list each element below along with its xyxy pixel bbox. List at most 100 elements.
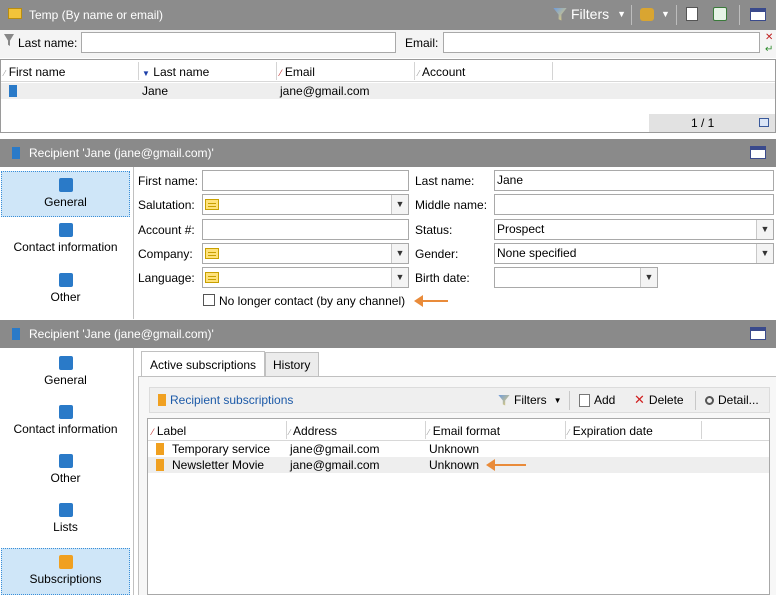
company-select[interactable]: ▼ bbox=[202, 243, 409, 264]
list-icon bbox=[205, 272, 219, 284]
last-name-input[interactable]: Jane bbox=[494, 170, 774, 191]
chevron-down-icon[interactable]: ▼ bbox=[391, 244, 408, 263]
refresh-icon[interactable] bbox=[713, 7, 727, 21]
clear-icon[interactable]: ✕ bbox=[765, 32, 773, 43]
language-select[interactable]: ▼ bbox=[202, 267, 409, 288]
temp-header: Temp (By name or email) Filters ▼ ▼ bbox=[0, 0, 776, 30]
table-row[interactable]: Jane jane@gmail.com bbox=[1, 83, 775, 99]
subscriptions-toolbar: Recipient subscriptions Filters ▼ Add ✕ … bbox=[149, 387, 770, 413]
filters-button[interactable]: Filters ▼ bbox=[553, 6, 626, 22]
maximize-icon[interactable] bbox=[750, 327, 766, 340]
recipient-title: Recipient 'Jane (jane@gmail.com)' bbox=[29, 146, 214, 160]
first-name-label: First name: bbox=[138, 174, 199, 188]
new-icon[interactable] bbox=[686, 7, 698, 21]
gender-select[interactable]: None specified ▼ bbox=[494, 243, 774, 264]
salutation-select[interactable]: ▼ bbox=[202, 194, 409, 215]
col-email-format[interactable]: ⁄ Email format bbox=[428, 424, 500, 438]
detail-button[interactable]: Detail... bbox=[705, 393, 759, 407]
col-first-name[interactable]: ⁄ First name bbox=[4, 65, 65, 79]
maximize-icon[interactable] bbox=[750, 146, 766, 159]
sidebar-item-other[interactable]: Other bbox=[1, 273, 130, 313]
recipient-title-2: Recipient 'Jane (jane@gmail.com)' bbox=[29, 327, 214, 341]
toolbar-separator bbox=[676, 5, 677, 25]
row-email: jane@gmail.com bbox=[280, 84, 370, 98]
col-label[interactable]: ⁄ Label bbox=[152, 424, 186, 438]
chevron-down-icon[interactable]: ▼ bbox=[391, 195, 408, 214]
toolbar-separator bbox=[739, 5, 740, 25]
tab-history[interactable]: History bbox=[265, 352, 319, 376]
apply-icon[interactable]: ↵ bbox=[765, 44, 773, 55]
actions-icon[interactable] bbox=[640, 8, 654, 21]
sidebar-item-general[interactable]: General bbox=[1, 171, 130, 217]
sidebar-item-lists[interactable]: Lists bbox=[1, 503, 130, 543]
table-row[interactable]: Temporary service jane@gmail.com Unknown bbox=[148, 441, 769, 457]
col-last-name[interactable]: ▼ Last name bbox=[142, 65, 209, 79]
language-label: Language: bbox=[138, 271, 195, 285]
chevron-down-icon[interactable]: ▼ bbox=[756, 244, 773, 263]
chevron-down-icon[interactable]: ▼ bbox=[661, 9, 670, 19]
recipient-header: Recipient 'Jane (jane@gmail.com)' bbox=[0, 139, 776, 167]
add-icon bbox=[579, 393, 590, 407]
col-sep bbox=[138, 62, 139, 80]
chevron-down-icon[interactable]: ▼ bbox=[391, 268, 408, 287]
sidebar-item-subscriptions[interactable]: Subscriptions bbox=[1, 548, 130, 595]
temp-list: ⁄ First name ▼ Last name ⁄ Email ⁄ Accou… bbox=[0, 59, 776, 133]
col-sep bbox=[552, 62, 553, 80]
sidebar-item-contact-information[interactable]: Contact information bbox=[1, 405, 130, 445]
chevron-down-icon: ▼ bbox=[617, 9, 627, 19]
maximize-icon[interactable] bbox=[750, 8, 766, 21]
filter-funnel-icon bbox=[553, 7, 567, 21]
birth-date-picker[interactable]: ▼ bbox=[494, 267, 658, 288]
email-label: Email: bbox=[405, 36, 439, 50]
no-contact-checkbox[interactable] bbox=[203, 294, 215, 306]
sidebar-item-contact-information[interactable]: Contact information bbox=[1, 223, 130, 263]
delete-button[interactable]: ✕ Delete bbox=[634, 393, 684, 407]
add-button[interactable]: Add bbox=[579, 393, 615, 407]
recipient-subscriptions-title: Recipient subscriptions bbox=[170, 393, 294, 407]
filters-button[interactable]: Filters ▼ bbox=[498, 393, 562, 407]
tab-active-subscriptions[interactable]: Active subscriptions bbox=[141, 351, 265, 377]
account-label: Account #: bbox=[138, 223, 195, 237]
first-name-input[interactable] bbox=[202, 170, 409, 191]
cube-icon bbox=[58, 454, 73, 468]
col-expiration-date[interactable]: ⁄ Expiration date bbox=[568, 424, 653, 438]
last-name-search-input[interactable] bbox=[81, 32, 396, 53]
recipient-sidebar-2: General Contact information Other Lists … bbox=[0, 348, 131, 595]
col-address[interactable]: ⁄ Address bbox=[289, 424, 337, 438]
annotation-arrow bbox=[414, 295, 448, 307]
col-sep bbox=[276, 62, 277, 80]
chevron-down-icon[interactable]: ▼ bbox=[756, 220, 773, 239]
salutation-label: Salutation: bbox=[138, 198, 195, 212]
middle-name-input[interactable] bbox=[494, 194, 774, 215]
clipboard-icon bbox=[58, 356, 73, 370]
table-row[interactable]: Newsletter Movie jane@gmail.com Unknown bbox=[148, 457, 769, 473]
col-email[interactable]: ⁄ Email bbox=[280, 65, 315, 79]
list-icon bbox=[205, 199, 219, 211]
company-label: Company: bbox=[138, 247, 193, 261]
contact-card-icon bbox=[58, 405, 73, 419]
person-icon bbox=[12, 147, 20, 159]
email-search-input[interactable] bbox=[443, 32, 760, 53]
col-account[interactable]: ⁄ Account bbox=[418, 65, 465, 79]
subscription-icon bbox=[156, 459, 164, 471]
no-contact-label: No longer contact (by any channel) bbox=[219, 294, 406, 308]
chevron-down-icon[interactable]: ▼ bbox=[640, 268, 657, 287]
subscriptions-table: ⁄ Label ⁄ Address ⁄ Email format ⁄ Expir… bbox=[147, 418, 770, 595]
delete-icon: ✕ bbox=[634, 392, 645, 407]
toolbar-separator bbox=[695, 391, 696, 410]
toolbar-separator bbox=[631, 5, 632, 25]
last-name-label: Last name: bbox=[18, 36, 78, 50]
account-input[interactable] bbox=[202, 219, 409, 240]
list-icon bbox=[205, 248, 219, 260]
grid-icon[interactable] bbox=[759, 118, 769, 127]
people-icon bbox=[58, 503, 73, 517]
contact-card-icon bbox=[58, 223, 73, 237]
status-select[interactable]: Prospect ▼ bbox=[494, 219, 774, 240]
temp-title: Temp (By name or email) bbox=[29, 8, 164, 22]
sidebar-item-other[interactable]: Other bbox=[1, 454, 130, 494]
folder-icon bbox=[8, 8, 22, 19]
middle-name-label: Middle name: bbox=[415, 198, 488, 212]
col-sep bbox=[701, 421, 702, 439]
status-label: Status: bbox=[415, 223, 453, 237]
sidebar-item-general[interactable]: General bbox=[1, 356, 130, 396]
